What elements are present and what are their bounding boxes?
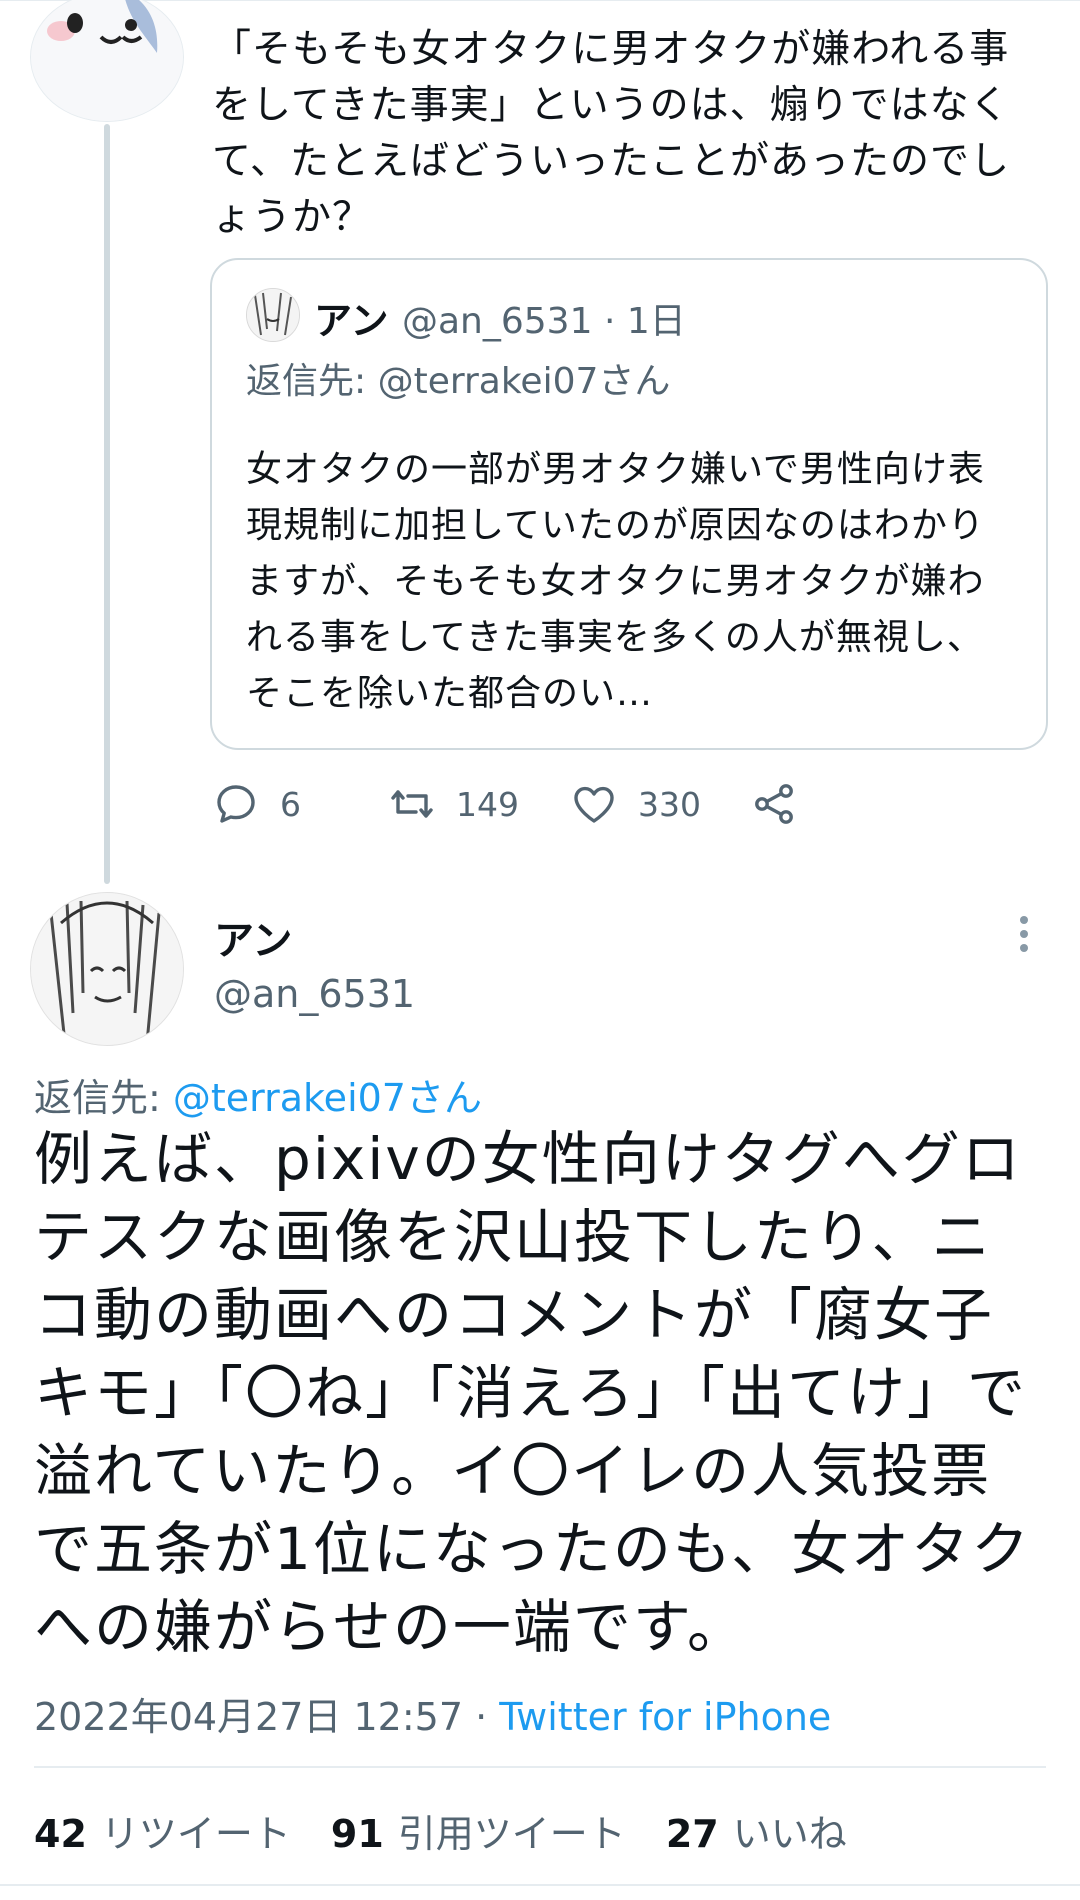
quotes-number: 91 <box>330 1811 384 1856</box>
tweet-meta: 2022年04月27日 12:57 · Twitter for iPhone <box>34 1686 831 1741</box>
top-divider <box>0 0 1080 1</box>
share-button[interactable] <box>750 774 818 834</box>
parent-avatar[interactable] <box>30 0 184 122</box>
like-button[interactable]: 330 <box>570 774 701 834</box>
main-avatar-image <box>31 893 183 1045</box>
tweet-timestamp[interactable]: 2022年04月27日 12:57 · <box>34 1695 499 1739</box>
tweet-source-link[interactable]: Twitter for iPhone <box>499 1695 831 1739</box>
quoted-handle-time: @an_6531 · 1日 <box>402 301 686 342</box>
main-display-name[interactable]: アン <box>214 908 292 966</box>
stats-divider <box>34 1766 1046 1768</box>
main-avatar[interactable] <box>30 892 184 1046</box>
quotes-label: 引用ツイート <box>397 1811 626 1856</box>
quoted-avatar <box>246 288 300 342</box>
quoted-display-name: アン <box>314 299 389 343</box>
reply-handle-link[interactable]: @terrakei07さん <box>173 1076 482 1120</box>
likes-label: いいね <box>732 1811 847 1856</box>
share-icon <box>755 784 793 824</box>
likes-number: 27 <box>665 1811 719 1856</box>
retweets-number: 42 <box>34 1811 87 1856</box>
retweet-count: 149 <box>456 784 519 824</box>
more-icon[interactable] <box>1014 916 1034 956</box>
parent-avatar-image <box>31 0 183 121</box>
retweets-label: リツイート <box>100 1811 291 1856</box>
quoted-tweet-text: 女オタクの一部が男オタク嫌いで男性向け表現規制に加担していたのが原因なのはわかり… <box>246 449 985 714</box>
retweet-icon <box>391 790 433 818</box>
reply-icon <box>217 785 255 823</box>
main-handle[interactable]: @an_6531 <box>214 972 415 1016</box>
like-count: 330 <box>638 784 701 824</box>
action-bar: 6 149 330 <box>212 774 972 834</box>
thread-connector-line <box>104 124 110 884</box>
quoted-reply-to: 返信先: @terrakei07さん <box>246 361 671 402</box>
parent-tweet-text: 「そもそも女オタクに男オタクが嫌われる事をしてきた事実」というのは、煽りではなく… <box>212 27 1011 240</box>
like-icon <box>574 786 614 823</box>
quotes-stat[interactable]: 91 引用ツイート <box>331 1803 626 1858</box>
retweet-button[interactable]: 149 <box>388 774 519 834</box>
retweets-stat[interactable]: 42 リツイート <box>34 1803 291 1858</box>
main-reply-to: 返信先: @terrakei07さん <box>34 1067 482 1122</box>
reply-button[interactable]: 6 <box>212 774 301 834</box>
reply-count: 6 <box>280 784 301 824</box>
main-tweet-text: 例えば、pixivの女性向けタグへグロテスクな画像を沢山投下したり、ニコ動の動画… <box>34 1125 1032 1661</box>
bottom-divider <box>0 1884 1080 1886</box>
likes-stat[interactable]: 27 いいね <box>666 1803 847 1858</box>
quoted-avatar-image <box>247 289 299 341</box>
reply-prefix: 返信先: <box>34 1076 173 1120</box>
engagement-stats: 42 リツイート 91 引用ツイート 27 いいね <box>34 1800 887 1860</box>
quoted-tweet-card[interactable]: アン @an_6531 · 1日 返信先: @terrakei07さん 女オタク… <box>210 258 1048 750</box>
